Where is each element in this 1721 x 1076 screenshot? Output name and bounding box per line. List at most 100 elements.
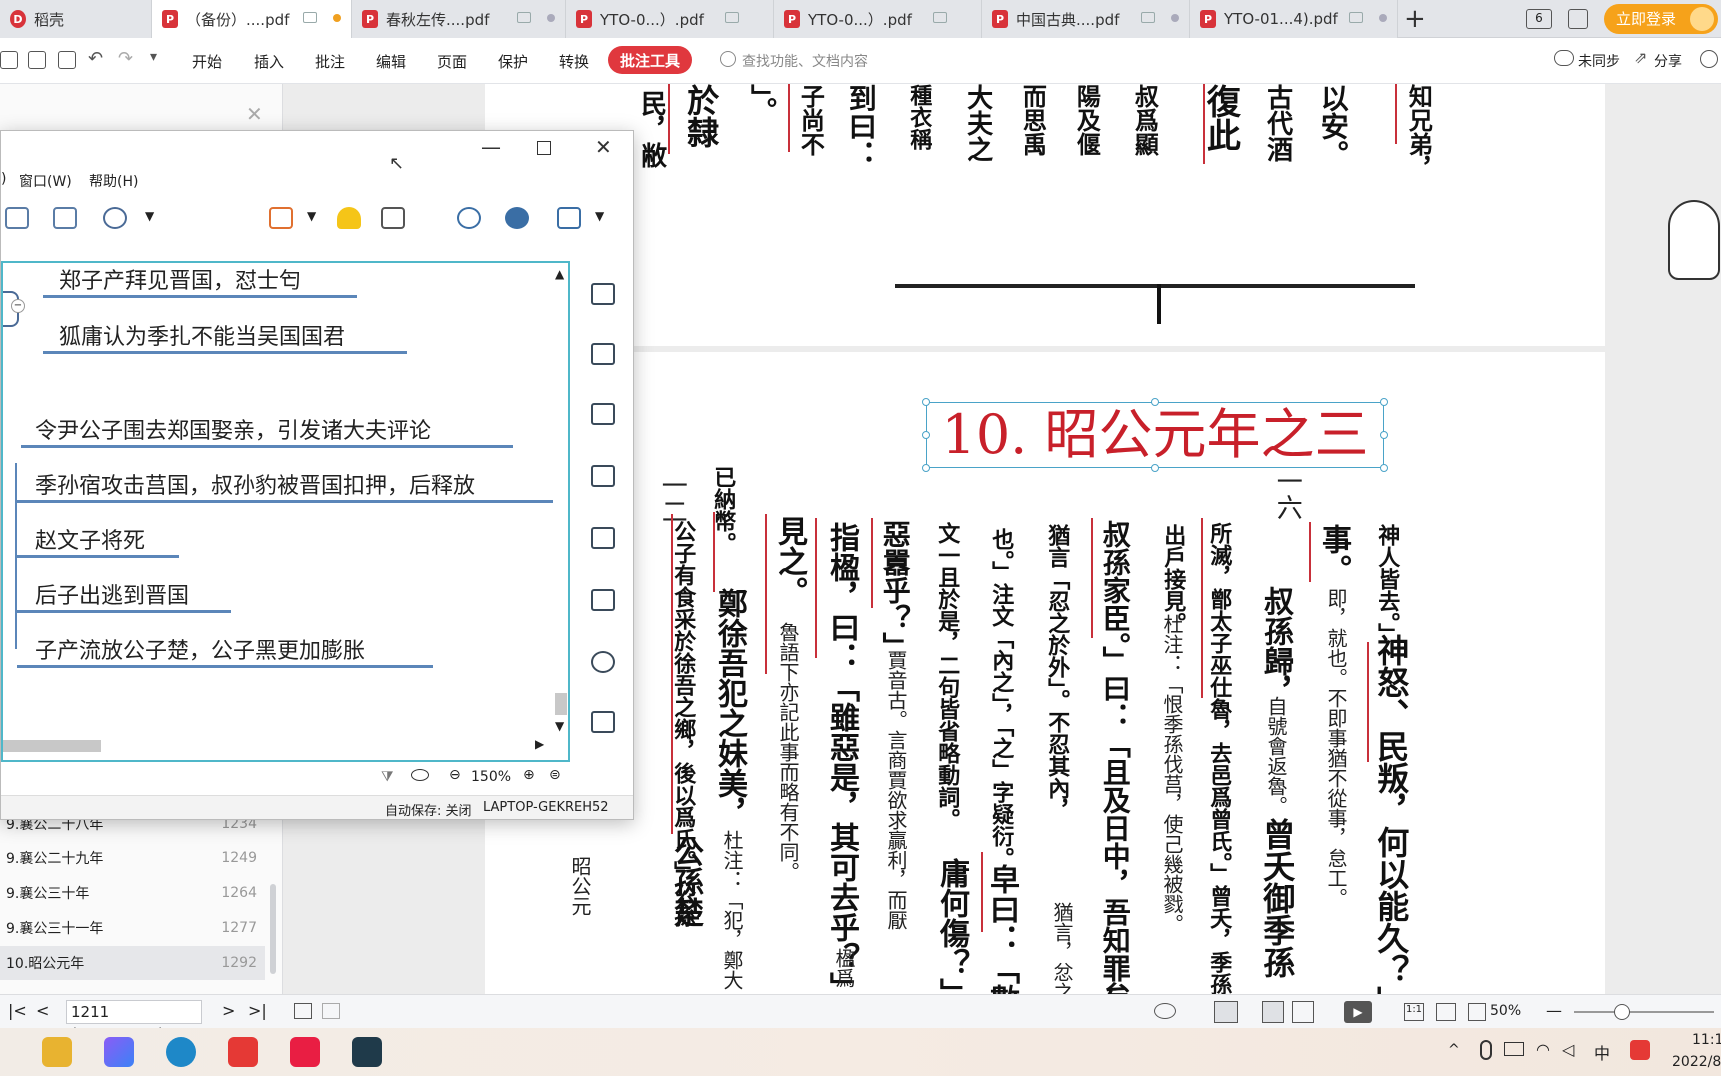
eye-protection-icon[interactable] — [1154, 1003, 1176, 1019]
first-page-icon[interactable]: |< — [8, 1001, 27, 1020]
settings-icon[interactable] — [1700, 50, 1718, 68]
close-dot-icon[interactable] — [547, 14, 555, 22]
mindmap-node[interactable]: 赵文子将死 — [35, 523, 145, 555]
continuous-scroll-icon[interactable] — [1214, 1001, 1238, 1023]
tab-document[interactable]: P YTO-0...）.pdf — [566, 0, 774, 38]
resize-handle[interactable] — [922, 398, 930, 406]
document-icon[interactable] — [591, 589, 615, 611]
flag-icon[interactable] — [591, 465, 615, 487]
battery-icon[interactable] — [1504, 1042, 1524, 1056]
dropdown-icon[interactable]: ▼ — [307, 209, 316, 223]
screen-recorder-icon[interactable] — [352, 1037, 382, 1067]
format-brush-icon[interactable] — [591, 343, 615, 365]
zoom-in-icon[interactable]: ⊕ — [523, 767, 535, 783]
close-dot-icon[interactable] — [1171, 14, 1179, 22]
clock-time[interactable]: 11:1 — [1692, 1032, 1721, 1048]
toc-item[interactable]: 9.襄公三十年 1264 — [0, 876, 265, 910]
zoom-slider[interactable] — [1574, 1004, 1714, 1020]
tray-expand-icon[interactable]: ^ — [1448, 1042, 1460, 1058]
more-icon[interactable] — [103, 207, 127, 229]
resize-handle[interactable] — [1380, 398, 1388, 406]
zoom-out-icon[interactable]: ⊖ — [449, 767, 461, 783]
previous-page-icon[interactable]: < — [36, 1001, 49, 1020]
dropdown-icon[interactable]: ▼ — [595, 209, 604, 223]
resize-handle[interactable] — [1151, 398, 1159, 406]
toc-item-selected[interactable]: 10.昭公元年 1292 — [0, 946, 265, 980]
section-title-selection[interactable]: 10. 昭公元年之三 — [926, 402, 1384, 468]
tab-active-document[interactable]: P （备份）....pdf — [152, 0, 352, 38]
toc-scrollbar[interactable] — [270, 884, 276, 974]
presentation-icon[interactable] — [269, 207, 293, 229]
scroll-thumb[interactable] — [3, 740, 101, 752]
minimize-icon[interactable]: — — [481, 135, 501, 159]
xmind-icon[interactable] — [290, 1037, 320, 1067]
scroll-down-icon[interactable]: ▼ — [555, 719, 564, 733]
volume-icon[interactable]: ◁ — [1562, 1040, 1574, 1059]
clock-date[interactable]: 2022/8 — [1672, 1054, 1721, 1070]
menu-edit[interactable]: 编辑 — [376, 51, 406, 72]
menu-page[interactable]: 页面 — [437, 51, 467, 72]
scroll-right-icon[interactable]: ▶ — [535, 737, 544, 751]
mindmap-canvas[interactable]: − 郑子产拜见晋国，怼士匄 狐庸认为季扎不能当吴国国君 令尹公子围去郑国娶亲，引… — [1, 261, 570, 762]
tab-document[interactable]: P YTO-01...4).pdf — [1190, 0, 1398, 38]
horizontal-scrollbar[interactable]: ▶ — [3, 737, 553, 755]
share-icon[interactable] — [505, 207, 529, 229]
double-page-icon[interactable] — [1292, 1001, 1314, 1023]
microphone-icon[interactable] — [1480, 1040, 1492, 1060]
file-explorer-icon[interactable] — [42, 1037, 72, 1067]
forward-icon[interactable] — [322, 1003, 340, 1019]
toc-item[interactable]: 9.襄公二十九年 1249 — [0, 841, 265, 875]
structure-icon[interactable] — [53, 207, 77, 229]
tab-document[interactable]: P YTO-0...）.pdf — [774, 0, 982, 38]
menu-help[interactable]: 帮助(H) — [89, 171, 138, 191]
sync-status[interactable]: 未同步 — [1578, 51, 1620, 71]
text-style-icon[interactable] — [591, 527, 615, 549]
comment-icon[interactable] — [591, 651, 615, 673]
close-icon[interactable]: ✕ — [595, 135, 612, 159]
resize-handle[interactable] — [922, 431, 930, 439]
login-button[interactable]: 立即登录 — [1604, 4, 1718, 34]
float-window-icon[interactable] — [933, 12, 947, 23]
float-window-icon[interactable] — [517, 12, 531, 23]
photos-icon[interactable] — [104, 1037, 134, 1067]
sogou-input-icon[interactable] — [1630, 1040, 1650, 1060]
eye-icon[interactable] — [411, 769, 429, 781]
toc-item[interactable]: 9.襄公三十一年 1277 — [0, 911, 265, 945]
single-page-icon[interactable] — [1262, 1001, 1284, 1023]
zoom-search-icon[interactable] — [457, 207, 481, 229]
scroll-up-icon[interactable]: ▲ — [555, 267, 564, 281]
resize-handle[interactable] — [1151, 464, 1159, 472]
mindmap-node[interactable]: 后子出逃到晋国 — [35, 578, 189, 610]
zoom-slider-thumb[interactable] — [1614, 1004, 1630, 1020]
clipboard-icon[interactable] — [591, 711, 615, 733]
menu-start[interactable]: 开始 — [192, 51, 222, 72]
maximize-icon[interactable] — [537, 141, 551, 155]
open-folder-icon[interactable] — [0, 51, 18, 69]
assistant-mascot-icon[interactable] — [1668, 200, 1720, 280]
tab-document[interactable]: P 中国古典....pdf — [982, 0, 1190, 38]
undo-icon[interactable]: ↶ — [88, 48, 103, 69]
print-icon[interactable] — [58, 51, 76, 69]
zoom-fit-icon[interactable] — [1468, 1003, 1486, 1021]
close-panel-icon[interactable]: ✕ — [246, 102, 263, 126]
menu-annotate[interactable]: 批注 — [315, 51, 345, 72]
close-dot-icon[interactable] — [1379, 14, 1387, 22]
float-window-icon[interactable] — [725, 12, 739, 23]
ime-icon[interactable]: 中 — [1594, 1040, 1610, 1064]
mindmap-node[interactable]: 郑子产拜见晋国，怼士匄 — [59, 263, 301, 295]
annotation-tool-button[interactable]: 批注工具 — [608, 46, 692, 74]
menu-window[interactable]: 窗口(W) — [19, 171, 72, 191]
redo-icon[interactable]: ↷ — [118, 48, 133, 69]
tab-document[interactable]: P 春秋左传....pdf — [352, 0, 566, 38]
play-slideshow-icon[interactable]: ▶ — [1344, 1001, 1372, 1023]
menu-convert[interactable]: 转换 — [559, 51, 589, 72]
layout-icon[interactable] — [5, 207, 29, 229]
actual-size-icon[interactable]: 1:1 — [1404, 1003, 1424, 1021]
outline-list-icon[interactable] — [591, 283, 615, 305]
outline-view-icon[interactable] — [381, 207, 405, 229]
mindmap-node[interactable]: 令尹公子围去郑国娶亲，引发诸大夫评论 — [35, 413, 431, 445]
tab-count-button[interactable]: 6 — [1526, 9, 1552, 29]
vertical-scrollbar[interactable]: ▲ ▼ — [553, 263, 568, 733]
menu-protect[interactable]: 保护 — [498, 51, 528, 72]
wifi-icon[interactable]: ◠ — [1536, 1040, 1550, 1059]
